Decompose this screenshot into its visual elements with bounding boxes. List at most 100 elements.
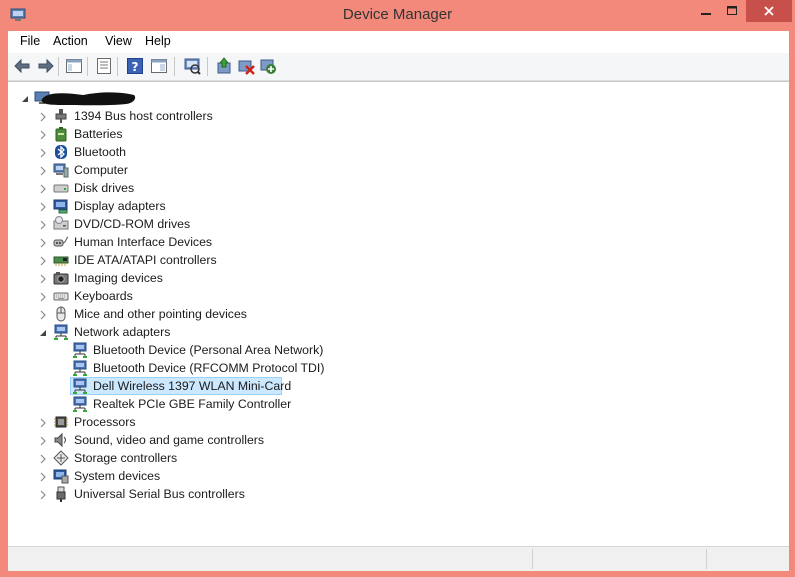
properties-icon[interactable] bbox=[95, 57, 113, 75]
expand-chevron-icon[interactable] bbox=[38, 219, 48, 230]
menu-file[interactable]: File bbox=[20, 34, 40, 48]
network-adapter-icon bbox=[53, 324, 69, 340]
tree-category-dvd-cd-rom-drives[interactable]: DVD/CD-ROM drives bbox=[8, 215, 789, 233]
tree-category-label: Imaging devices bbox=[74, 271, 163, 285]
uninstall-device-icon[interactable] bbox=[259, 57, 277, 75]
window-title: Device Manager bbox=[342, 6, 453, 23]
scan-hardware-icon[interactable] bbox=[183, 57, 201, 75]
tree-category-label: System devices bbox=[74, 469, 161, 483]
tree-device-label: Dell Wireless 1397 WLAN Mini-Card bbox=[93, 379, 292, 393]
expand-chevron-icon[interactable] bbox=[38, 291, 48, 302]
close-button[interactable] bbox=[746, 0, 792, 22]
camera-icon bbox=[53, 270, 69, 286]
tree-root[interactable] bbox=[8, 89, 789, 107]
tree-category-storage-controllers[interactable]: Storage controllers bbox=[8, 449, 789, 467]
toolbar: ? bbox=[8, 53, 789, 81]
tree-category-label: Network adapters bbox=[74, 325, 171, 339]
tree-category-label: Processors bbox=[74, 415, 136, 429]
title-bar[interactable]: Device Manager bbox=[0, 0, 795, 30]
action-pane-icon[interactable] bbox=[150, 57, 168, 75]
tree-category-processors[interactable]: Processors bbox=[8, 413, 789, 431]
toolbar-separator bbox=[207, 57, 208, 76]
expand-chevron-icon[interactable] bbox=[38, 183, 48, 194]
battery-icon bbox=[53, 126, 69, 142]
menu-bar: File Action View Help bbox=[8, 31, 789, 53]
expand-chevron-icon[interactable] bbox=[38, 165, 48, 176]
status-divider bbox=[532, 549, 533, 569]
tree-category-sound-video-and-game-controllers[interactable]: Sound, video and game controllers bbox=[8, 431, 789, 449]
collapse-chevron-icon[interactable] bbox=[38, 327, 48, 337]
toolbar-separator bbox=[58, 57, 59, 76]
tree-category-keyboards[interactable]: Keyboards bbox=[8, 287, 789, 305]
tree-category-label: Sound, video and game controllers bbox=[74, 433, 265, 447]
forward-icon[interactable] bbox=[36, 57, 54, 75]
keyboard-icon bbox=[53, 288, 69, 304]
disable-device-icon[interactable] bbox=[237, 57, 255, 75]
tree-category-display-adapters[interactable]: Display adapters bbox=[8, 197, 789, 215]
tree-category-ide-ata-atapi-controllers[interactable]: IDE ATA/ATAPI controllers bbox=[8, 251, 789, 269]
tree-category-label: Human Interface Devices bbox=[74, 235, 213, 249]
expand-chevron-icon[interactable] bbox=[38, 201, 48, 212]
minimize-button[interactable] bbox=[692, 0, 719, 22]
tree-category-label: Storage controllers bbox=[74, 451, 178, 465]
ide-controller-icon bbox=[53, 252, 69, 268]
tree-category-label: Keyboards bbox=[74, 289, 133, 303]
tree-category-label: Bluetooth bbox=[74, 145, 126, 159]
tree-category-system-devices[interactable]: System devices bbox=[8, 467, 789, 485]
device-tree-pane[interactable]: 1394 Bus host controllers Batteries Blueto… bbox=[8, 81, 789, 546]
tree-device-bluetooth-device-rfcomm-protocol-tdi[interactable]: Bluetooth Device (RFCOMM Protocol TDI) bbox=[8, 359, 789, 377]
tree-category-mice-and-other-pointing-devices[interactable]: Mice and other pointing devices bbox=[8, 305, 789, 323]
network-device-icon bbox=[72, 378, 88, 394]
tree-category-network-adapters[interactable]: Network adapters bbox=[8, 323, 789, 341]
bus-controller-icon bbox=[53, 108, 69, 124]
tree-device-label: Realtek PCIe GBE Family Controller bbox=[93, 397, 292, 411]
tree-device-label: Bluetooth Device (Personal Area Network) bbox=[93, 343, 324, 357]
toolbar-separator bbox=[87, 57, 88, 76]
toolbar-separator bbox=[174, 57, 175, 76]
tree-category-universal-serial-bus-controllers[interactable]: Universal Serial Bus controllers bbox=[8, 485, 789, 503]
tree-category-imaging-devices[interactable]: Imaging devices bbox=[8, 269, 789, 287]
computer-icon bbox=[53, 162, 69, 178]
tree-category-label: 1394 Bus host controllers bbox=[74, 109, 213, 123]
tree-category-1394-bus-host-controllers[interactable]: 1394 Bus host controllers bbox=[8, 107, 789, 125]
tree-device-realtek-pcie-gbe-family-controller[interactable]: Realtek PCIe GBE Family Controller bbox=[8, 395, 789, 413]
expand-chevron-icon[interactable] bbox=[38, 255, 48, 266]
update-driver-icon[interactable] bbox=[215, 57, 233, 75]
expand-chevron-icon[interactable] bbox=[38, 129, 48, 140]
help-icon[interactable]: ? bbox=[126, 57, 144, 75]
expand-chevron-icon[interactable] bbox=[38, 273, 48, 284]
storage-controller-icon bbox=[53, 450, 69, 466]
expand-chevron-icon[interactable] bbox=[38, 309, 48, 320]
collapse-chevron-icon[interactable] bbox=[20, 93, 30, 103]
menu-help[interactable]: Help bbox=[145, 34, 171, 48]
tree-category-label: Disk drives bbox=[74, 181, 135, 195]
expand-chevron-icon[interactable] bbox=[38, 147, 48, 158]
tree-device-dell-wireless-1397-wlan-mini-card[interactable]: Dell Wireless 1397 WLAN Mini-Card bbox=[8, 377, 789, 395]
system-device-icon bbox=[53, 468, 69, 484]
menu-action[interactable]: Action bbox=[53, 34, 88, 48]
tree-category-human-interface-devices[interactable]: Human Interface Devices bbox=[8, 233, 789, 251]
back-icon[interactable] bbox=[14, 57, 32, 75]
bluetooth-icon bbox=[53, 144, 69, 160]
menu-view[interactable]: View bbox=[105, 34, 132, 48]
tree-category-bluetooth[interactable]: Bluetooth bbox=[8, 143, 789, 161]
svg-text:?: ? bbox=[132, 60, 139, 74]
mouse-icon bbox=[53, 306, 69, 322]
tree-category-computer[interactable]: Computer bbox=[8, 161, 789, 179]
maximize-button[interactable] bbox=[719, 0, 746, 22]
expand-chevron-icon[interactable] bbox=[38, 237, 48, 248]
expand-chevron-icon[interactable] bbox=[38, 489, 48, 500]
show-hide-console-tree-icon[interactable] bbox=[65, 57, 83, 75]
expand-chevron-icon[interactable] bbox=[38, 453, 48, 464]
expand-chevron-icon[interactable] bbox=[38, 111, 48, 122]
tree-category-disk-drives[interactable]: Disk drives bbox=[8, 179, 789, 197]
expand-chevron-icon[interactable] bbox=[38, 471, 48, 482]
expand-chevron-icon[interactable] bbox=[38, 435, 48, 446]
tree-device-bluetooth-device-personal-area-network[interactable]: Bluetooth Device (Personal Area Network) bbox=[8, 341, 789, 359]
expand-chevron-icon[interactable] bbox=[38, 417, 48, 428]
tree-category-batteries[interactable]: Batteries bbox=[8, 125, 789, 143]
status-divider bbox=[706, 549, 707, 569]
tree-device-label: Bluetooth Device (RFCOMM Protocol TDI) bbox=[93, 361, 325, 375]
speaker-icon bbox=[53, 432, 69, 448]
toolbar-separator bbox=[117, 57, 118, 76]
